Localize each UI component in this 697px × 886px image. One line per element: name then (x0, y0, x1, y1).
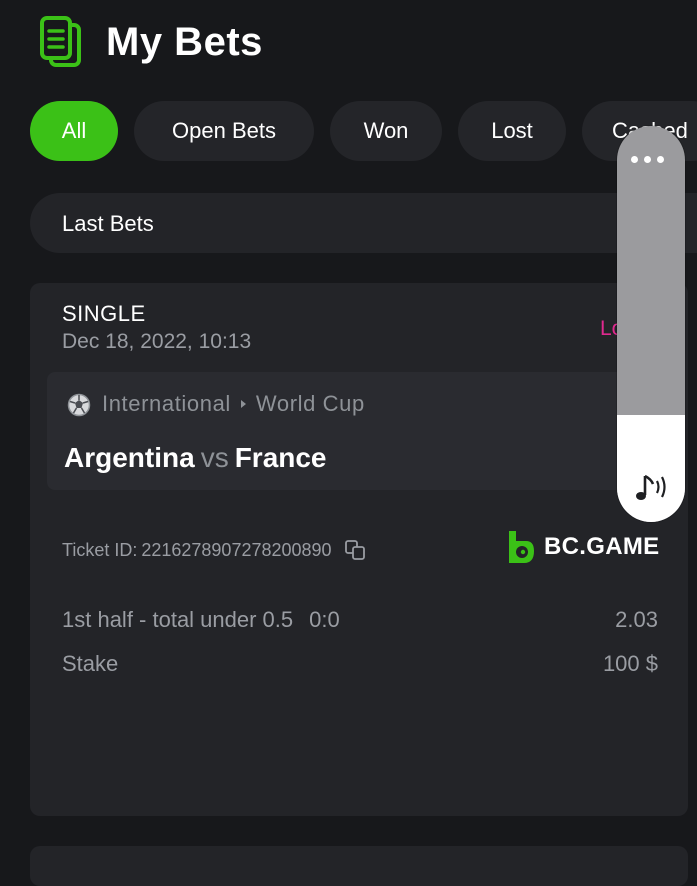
stake-label: Stake (62, 651, 119, 676)
copy-icon[interactable] (344, 539, 366, 561)
filter-tabs: All Open Bets Won Lost Cashed (30, 101, 697, 161)
music-volume-icon (631, 470, 671, 504)
ticket-id-label: Ticket ID: (62, 539, 138, 560)
versus-label: vs (200, 442, 229, 473)
caret-right-icon (240, 400, 246, 408)
page-title: My Bets (106, 19, 263, 64)
ticket-id: Ticket ID: 2216278907278200890 (62, 539, 366, 561)
market-score: 0:0 (309, 607, 340, 632)
market-row: 1st half - total under 0.5 0:0 2.03 (62, 607, 658, 633)
league-category: International (102, 391, 231, 416)
page-header: My Bets (38, 14, 263, 70)
bet-type: SINGLE (62, 301, 146, 326)
next-bet-card[interactable] (30, 846, 688, 886)
tab-lost[interactable]: Lost (458, 101, 566, 161)
volume-slider[interactable] (617, 126, 685, 522)
market-name: 1st half - total under 0.5 (62, 607, 294, 632)
league-breadcrumb: International World Cup (102, 391, 365, 417)
stake-row: Stake 100 $ (62, 651, 658, 677)
away-team: France (234, 442, 327, 473)
bet-odds: 2.03 (615, 607, 658, 632)
league-competition: World Cup (255, 391, 365, 416)
bet-card[interactable]: SINGLE Dec 18, 2022, 10:13 Lost Internat… (30, 283, 688, 816)
volume-level (617, 415, 685, 522)
match-teams: Argentina vs France (64, 442, 327, 474)
more-options-icon[interactable] (631, 156, 664, 163)
tab-won[interactable]: Won (330, 101, 442, 161)
ticket-id-value: 2216278907278200890 (141, 539, 332, 560)
bc-game-logo-icon (506, 529, 536, 565)
stake-value: 100 $ (602, 651, 658, 676)
last-bets-label: Last Bets (62, 211, 154, 236)
brand-name: BC.GAME (544, 533, 660, 560)
bet-date: Dec 18, 2022, 10:13 (62, 330, 252, 353)
tab-all[interactable]: All (30, 101, 118, 161)
brand-logo: BC.GAME (506, 529, 659, 565)
home-team: Argentina (64, 442, 195, 473)
last-bets-dropdown[interactable]: Last Bets › (30, 193, 697, 253)
bets-document-icon (38, 14, 84, 70)
soccer-ball-icon (67, 393, 91, 417)
match-info[interactable]: International World Cup Argentina vs Franc… (47, 372, 667, 490)
tab-open-bets[interactable]: Open Bets (134, 101, 314, 161)
